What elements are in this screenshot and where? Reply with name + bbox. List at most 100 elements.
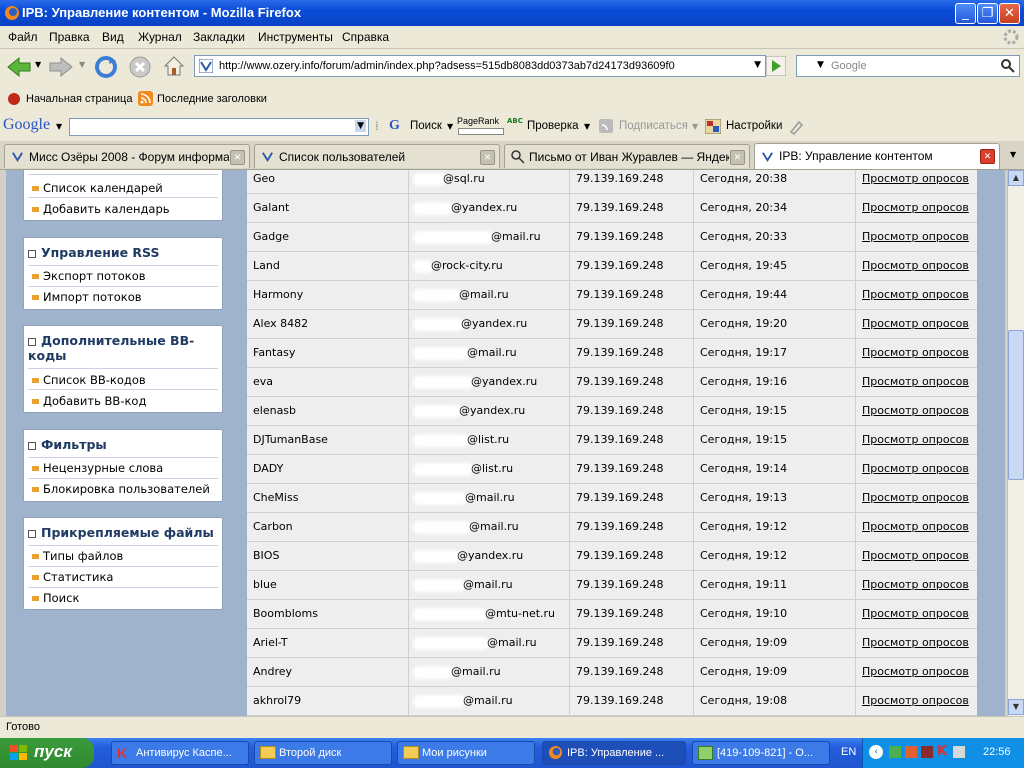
maximize-button[interactable]: ❐ bbox=[977, 3, 998, 24]
user-name-cell[interactable]: akhrol79 bbox=[247, 687, 408, 715]
tab-user-list[interactable]: Список пользователей ✕ bbox=[254, 144, 500, 168]
spellcheck-button[interactable]: Проверка bbox=[527, 120, 579, 132]
start-button[interactable]: пуск bbox=[0, 738, 94, 768]
view-polls-link[interactable]: Просмотр опросов bbox=[855, 571, 977, 599]
view-polls-link[interactable]: Просмотр опросов bbox=[855, 281, 977, 309]
close-tab-icon[interactable]: ✕ bbox=[730, 150, 745, 165]
user-name-cell[interactable]: Harmony bbox=[247, 281, 408, 309]
task-icq[interactable]: [419-109-821] - О... bbox=[692, 741, 830, 765]
sidebar-item-file-types[interactable]: Типы файлов bbox=[32, 549, 123, 563]
user-name-cell[interactable]: Andrey bbox=[247, 658, 408, 686]
menu-help[interactable]: Справка bbox=[342, 30, 389, 44]
pagerank-label[interactable]: PageRank bbox=[457, 116, 499, 126]
menu-tools[interactable]: Инструменты bbox=[258, 30, 333, 44]
view-polls-link[interactable]: Просмотр опросов bbox=[855, 252, 977, 280]
google-search-dropdown-icon[interactable]: ▼ bbox=[355, 120, 366, 132]
tray-app-icon-1[interactable] bbox=[889, 746, 901, 758]
settings-button[interactable]: Настройки bbox=[726, 120, 782, 132]
subscribe-button[interactable]: Подписаться bbox=[619, 120, 688, 132]
address-dropdown-icon[interactable]: ▼ bbox=[754, 60, 761, 70]
sidebar-item-search[interactable]: Поиск bbox=[32, 591, 79, 605]
search-icon[interactable] bbox=[1000, 58, 1016, 74]
search-options-dropdown-icon[interactable]: ▼ bbox=[447, 122, 453, 131]
view-polls-link[interactable]: Просмотр опросов bbox=[855, 426, 977, 454]
sidebar-item-statistics[interactable]: Статистика bbox=[32, 570, 113, 584]
user-name-cell[interactable]: Galant bbox=[247, 194, 408, 222]
view-polls-link[interactable]: Просмотр опросов bbox=[855, 658, 977, 686]
tab-miss-ozery[interactable]: Мисс Озёры 2008 - Форум информац... ✕ bbox=[4, 144, 250, 168]
user-name-cell[interactable]: Gadge bbox=[247, 223, 408, 251]
view-polls-link[interactable]: Просмотр опросов bbox=[855, 600, 977, 628]
sidebar-item-user-ban[interactable]: Блокировка пользователей bbox=[32, 482, 210, 496]
scroll-up-icon[interactable]: ▲ bbox=[1008, 170, 1024, 186]
user-name-cell[interactable]: Geo bbox=[247, 170, 408, 193]
tab-ipb-content[interactable]: IPB: Управление контентом ✕ bbox=[754, 143, 1000, 169]
sidebar-item-export-feeds[interactable]: Экспорт потоков bbox=[32, 269, 146, 283]
google-logo[interactable]: Google bbox=[3, 116, 50, 134]
view-polls-link[interactable]: Просмотр опросов bbox=[855, 542, 977, 570]
view-polls-link[interactable]: Просмотр опросов bbox=[855, 397, 977, 425]
search-input[interactable]: Google bbox=[831, 60, 866, 72]
reload-icon[interactable] bbox=[94, 55, 118, 79]
sidebar-item-import-feeds[interactable]: Импорт потоков bbox=[32, 290, 142, 304]
tab-list-dropdown-icon[interactable]: ▼ bbox=[1010, 150, 1016, 159]
user-name-cell[interactable]: Ariel-T bbox=[247, 629, 408, 657]
back-dropdown-icon[interactable]: ▼ bbox=[35, 60, 41, 69]
spellcheck-dropdown-icon[interactable]: ▼ bbox=[584, 122, 590, 131]
tray-expand-icon[interactable]: ‹ bbox=[869, 745, 883, 759]
close-tab-icon[interactable]: ✕ bbox=[480, 150, 495, 165]
user-name-cell[interactable]: Carbon bbox=[247, 513, 408, 541]
view-polls-link[interactable]: Просмотр опросов bbox=[855, 223, 977, 251]
view-polls-link[interactable]: Просмотр опросов bbox=[855, 455, 977, 483]
go-icon[interactable] bbox=[766, 56, 786, 76]
view-polls-link[interactable]: Просмотр опросов bbox=[855, 629, 977, 657]
user-name-cell[interactable]: Alex 8482 bbox=[247, 310, 408, 338]
tab-yandex-mail[interactable]: Письмо от Иван Журавлев — Яндек... ✕ bbox=[504, 144, 750, 168]
sidebar-item-add-bbcode[interactable]: Добавить BB-код bbox=[32, 394, 146, 408]
task-kaspersky[interactable]: K Антивирус Каспе... bbox=[111, 741, 249, 765]
google-menu-dropdown-icon[interactable]: ▼ bbox=[56, 122, 62, 131]
close-tab-icon[interactable]: ✕ bbox=[980, 149, 995, 164]
close-window-button[interactable]: ✕ bbox=[999, 3, 1020, 24]
search-engine-dropdown-icon[interactable]: ▼ bbox=[817, 60, 824, 70]
home-icon[interactable] bbox=[162, 54, 186, 78]
vertical-scrollbar[interactable]: ▲ ▼ bbox=[1007, 170, 1024, 716]
tray-app-icon-4[interactable] bbox=[953, 746, 965, 758]
stop-icon[interactable] bbox=[128, 55, 152, 79]
user-name-cell[interactable]: DADY bbox=[247, 455, 408, 483]
task-second-disk[interactable]: Второй диск bbox=[254, 741, 392, 765]
view-polls-link[interactable]: Просмотр опросов bbox=[855, 310, 977, 338]
search-bar[interactable]: ▼ Google bbox=[796, 55, 1020, 77]
menu-bookmarks[interactable]: Закладки bbox=[193, 30, 245, 44]
tray-app-icon-3[interactable] bbox=[921, 746, 933, 758]
task-my-pictures[interactable]: Мои рисунки bbox=[397, 741, 535, 765]
user-name-cell[interactable]: Boombloms bbox=[247, 600, 408, 628]
sidebar-item-bad-words[interactable]: Нецензурные слова bbox=[32, 461, 163, 475]
forward-icon[interactable] bbox=[48, 55, 74, 79]
task-firefox-ipb[interactable]: IPB: Управление ... bbox=[542, 741, 686, 765]
view-polls-link[interactable]: Просмотр опросов bbox=[855, 194, 977, 222]
address-bar[interactable]: http://www.ozery.info/forum/admin/index.… bbox=[194, 55, 766, 77]
view-polls-link[interactable]: Просмотр опросов bbox=[855, 687, 977, 715]
menu-file[interactable]: Файл bbox=[8, 30, 38, 44]
user-name-cell[interactable]: elenasb bbox=[247, 397, 408, 425]
bookmark-latest-headlines[interactable]: Последние заголовки bbox=[157, 93, 267, 105]
user-name-cell[interactable]: eva bbox=[247, 368, 408, 396]
view-polls-link[interactable]: Просмотр опросов bbox=[855, 484, 977, 512]
back-icon[interactable] bbox=[6, 55, 32, 79]
subscribe-dropdown-icon[interactable]: ▼ bbox=[692, 122, 698, 131]
user-name-cell[interactable]: Fantasy bbox=[247, 339, 408, 367]
user-name-cell[interactable]: CheMiss bbox=[247, 484, 408, 512]
menu-history[interactable]: Журнал bbox=[138, 30, 182, 44]
sidebar-item-add-calendar[interactable]: Добавить календарь bbox=[32, 202, 170, 216]
tray-app-icon-2[interactable] bbox=[905, 746, 917, 758]
highlighter-icon[interactable] bbox=[788, 119, 804, 135]
google-search-input[interactable]: ▼ bbox=[69, 118, 369, 136]
google-search-button[interactable]: Поиск bbox=[410, 120, 442, 132]
scroll-thumb[interactable] bbox=[1008, 330, 1024, 480]
language-indicator[interactable]: EN bbox=[841, 746, 856, 758]
forward-dropdown-icon[interactable]: ▼ bbox=[79, 60, 85, 69]
menu-edit[interactable]: Правка bbox=[49, 30, 90, 44]
close-tab-icon[interactable]: ✕ bbox=[230, 150, 245, 165]
view-polls-link[interactable]: Просмотр опросов bbox=[855, 513, 977, 541]
